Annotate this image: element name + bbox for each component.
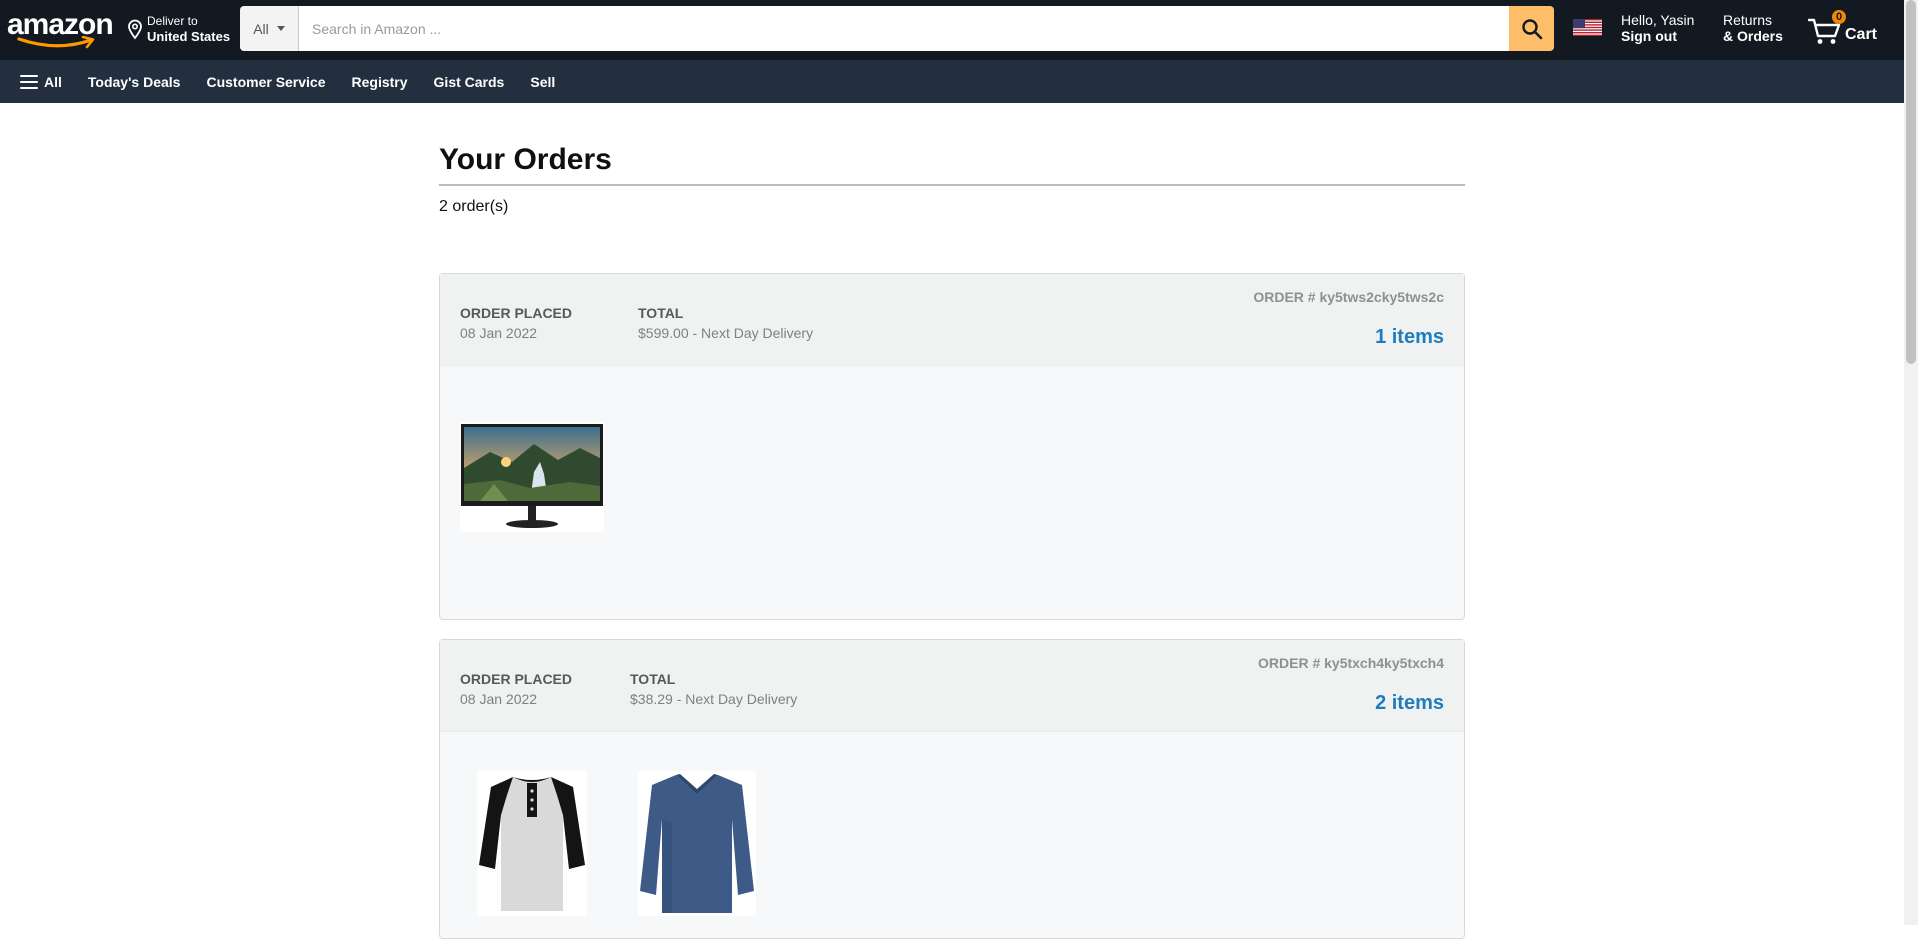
- search-bar: All: [240, 6, 1554, 51]
- order-id: ORDER # ky5tws2cky5tws2c: [1253, 289, 1444, 305]
- search-category-label: All: [253, 20, 269, 37]
- order-total-label: TOTAL: [638, 305, 684, 321]
- monitor-image[interactable]: [460, 422, 604, 532]
- nav-all-menu[interactable]: All: [20, 74, 62, 90]
- nav-todays-deals[interactable]: Today's Deals: [88, 74, 181, 90]
- cart-label: Cart: [1845, 26, 1878, 43]
- order-placed-date: 08 Jan 2022: [460, 691, 538, 707]
- nav-customer-service[interactable]: Customer Service: [206, 74, 325, 90]
- title-divider: [439, 184, 1465, 186]
- deliver-location: United States: [147, 29, 231, 44]
- us-flag-icon[interactable]: [1573, 19, 1602, 36]
- deliver-to[interactable]: Deliver to United States: [126, 12, 230, 46]
- order-items-link[interactable]: 1 items: [1375, 326, 1444, 349]
- page-title: Your Orders: [439, 143, 612, 176]
- order-card: ORDER PLACED 08 Jan 2022 TOTAL $38.29 - …: [439, 639, 1465, 939]
- account-greeting: Hello, Yasin: [1621, 12, 1695, 28]
- search-category-select[interactable]: All: [240, 6, 299, 51]
- orders-label: & Orders: [1723, 28, 1783, 44]
- account-menu[interactable]: Hello, Yasin Sign out: [1621, 12, 1694, 44]
- order-count: 2 order(s): [439, 198, 509, 215]
- order-header: ORDER PLACED 08 Jan 2022 TOTAL $599.00 -…: [440, 274, 1464, 366]
- order-card: ORDER PLACED 08 Jan 2022 TOTAL $599.00 -…: [439, 273, 1465, 620]
- order-header: ORDER PLACED 08 Jan 2022 TOTAL $38.29 - …: [440, 640, 1464, 732]
- nav-gift-cards[interactable]: Gist Cards: [434, 74, 505, 90]
- order-total-value: $599.00 - Next Day Delivery: [638, 325, 814, 341]
- search-button[interactable]: [1509, 6, 1554, 51]
- cart-button[interactable]: 0 Cart: [1808, 10, 1877, 46]
- henley-shirt-image[interactable]: [477, 771, 587, 916]
- order-placed-label: ORDER PLACED: [460, 305, 573, 321]
- order-total-label: TOTAL: [630, 671, 676, 687]
- page-scrollbar[interactable]: [1904, 0, 1918, 925]
- nav-registry[interactable]: Registry: [352, 74, 408, 90]
- returns-orders-link[interactable]: Returns & Orders: [1723, 12, 1783, 44]
- returns-label: Returns: [1723, 12, 1773, 28]
- order-id: ORDER # ky5txch4ky5txch4: [1258, 655, 1444, 671]
- search-input[interactable]: [299, 6, 1509, 51]
- order-total-value: $38.29 - Next Day Delivery: [630, 691, 798, 707]
- top-header: amazon Deliver to United States All Sear…: [0, 0, 1904, 60]
- nav-all-label: All: [44, 73, 62, 90]
- location-pin-icon: [128, 19, 142, 40]
- hamburger-icon: [20, 74, 38, 89]
- blue-sweater-image[interactable]: [638, 771, 756, 916]
- logo-smile-icon: [17, 36, 95, 49]
- search-icon: [1521, 18, 1542, 39]
- caret-down-icon: [276, 26, 285, 31]
- deliver-label: Deliver to: [147, 14, 198, 28]
- cart-count-badge: 0: [1832, 10, 1846, 24]
- order-items-link[interactable]: 2 items: [1375, 692, 1444, 715]
- order-placed-date: 08 Jan 2022: [460, 325, 538, 341]
- order-placed-label: ORDER PLACED: [460, 671, 573, 687]
- scrollbar-thumb[interactable]: [1906, 0, 1916, 364]
- nav-sell[interactable]: Sell: [530, 74, 555, 90]
- amazon-logo[interactable]: amazon: [7, 8, 114, 50]
- orders-page: Your Orders 2 order(s) ORDER PLACED 08 J…: [439, 103, 1465, 939]
- secondary-nav: All Today's Deals Customer Service Regis…: [0, 60, 1904, 103]
- sign-out-link[interactable]: Sign out: [1621, 28, 1694, 44]
